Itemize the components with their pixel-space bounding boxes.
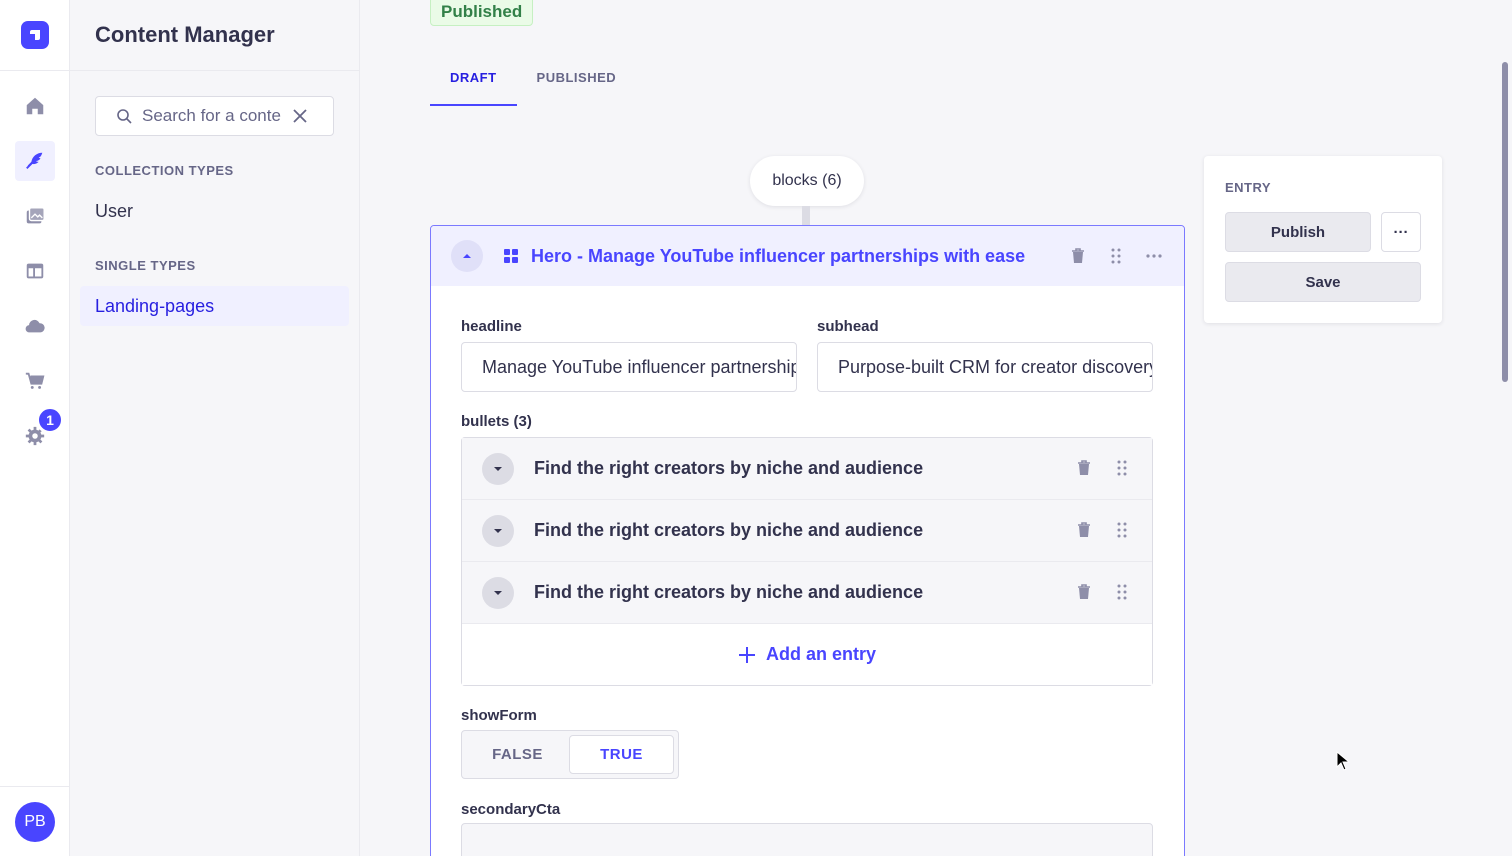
trash-icon[interactable] (1074, 458, 1094, 478)
list-item[interactable]: Find the right creators by niche and aud… (462, 438, 1152, 500)
status-badge: Published (430, 0, 534, 26)
sidebar-item-user[interactable]: User (95, 201, 133, 222)
add-entry-label: Add an entry (765, 644, 876, 664)
trash-icon[interactable] (1074, 582, 1094, 602)
bullet-title: Find the right creators by niche and aud… (534, 458, 924, 478)
publish-button[interactable]: Publish (1225, 212, 1371, 252)
bullet-actions (1074, 458, 1132, 478)
trash-icon[interactable] (1068, 246, 1088, 266)
more-actions-button[interactable]: ··· (1381, 212, 1421, 252)
nav-content-manager[interactable] (15, 141, 55, 181)
plus-icon (738, 646, 755, 663)
list-item[interactable]: Find the right creators by niche and aud… (462, 562, 1152, 624)
nav-content-type-builder[interactable] (15, 251, 55, 291)
sidebar-item-landing-pages[interactable]: Landing-pages (80, 286, 349, 326)
divider (0, 786, 70, 787)
list-item[interactable]: Find the right creators by niche and aud… (462, 500, 1152, 562)
expand-button[interactable] (482, 452, 514, 485)
content-type-builder-icon (26, 263, 44, 279)
scrollbar[interactable] (1502, 62, 1508, 382)
main-nav-rail: 1 PB (0, 0, 70, 856)
single-types-heading: SINGLE TYPES (95, 258, 196, 273)
chevron-down-icon (494, 466, 502, 471)
drag-handle-icon[interactable] (1112, 582, 1132, 602)
block-title: Hero - Manage YouTube influencer partner… (531, 245, 1026, 266)
version-tabs: DRAFT PUBLISHED (430, 62, 636, 106)
subhead-label: subhead (817, 318, 879, 335)
search-icon (117, 109, 132, 124)
headline-label: headline (461, 318, 522, 335)
nav-media-library[interactable] (15, 196, 55, 236)
secondary-cta-label: secondaryCta (461, 801, 561, 818)
tab-published[interactable]: PUBLISHED (517, 62, 637, 106)
avatar[interactable]: PB (15, 802, 55, 842)
connector (802, 206, 810, 226)
nav-home[interactable] (15, 86, 55, 126)
bullet-actions (1074, 582, 1132, 602)
trash-icon[interactable] (1074, 520, 1094, 540)
expand-button[interactable] (482, 576, 514, 609)
collapse-button[interactable] (451, 240, 483, 272)
marketplace-icon (25, 372, 45, 389)
subhead-input[interactable]: Purpose-built CRM for creator discovery (817, 342, 1153, 392)
home-icon (26, 97, 44, 115)
chevron-down-icon (494, 590, 502, 595)
entry-panel: ENTRY Publish ··· Save (1204, 156, 1442, 323)
secondary-cta-component[interactable] (461, 823, 1153, 856)
block-header[interactable]: Hero - Manage YouTube influencer partner… (431, 226, 1184, 286)
strapi-logo-icon[interactable] (21, 21, 49, 49)
toggle-true[interactable]: TRUE (569, 735, 674, 774)
bullet-actions (1074, 520, 1132, 540)
bullets-list: Find the right creators by niche and aud… (461, 437, 1153, 686)
more-icon[interactable] (1144, 246, 1164, 266)
nav-marketplace[interactable] (15, 361, 55, 401)
chevron-up-icon (463, 254, 471, 258)
collection-types-heading: COLLECTION TYPES (95, 163, 234, 178)
bullet-title: Find the right creators by niche and aud… (534, 520, 924, 540)
add-entry-button[interactable]: Add an entry (462, 624, 1152, 685)
headline-input[interactable]: Manage YouTube influencer partnerships w… (461, 342, 797, 392)
save-button[interactable]: Save (1225, 262, 1421, 302)
bullets-label: bullets (3) (461, 413, 532, 430)
drag-handle-icon[interactable] (1112, 458, 1132, 478)
showform-label: showForm (461, 707, 537, 724)
drag-handle-icon[interactable] (1106, 246, 1126, 266)
blocks-count-label: blocks (6) (750, 156, 864, 206)
chevron-down-icon (494, 528, 502, 533)
close-icon[interactable] (292, 108, 308, 124)
expand-button[interactable] (482, 514, 514, 547)
drag-handle-icon[interactable] (1112, 520, 1132, 540)
notification-badge: 1 (36, 406, 64, 434)
search-input[interactable] (142, 106, 282, 126)
content-manager-icon (26, 152, 43, 169)
bullet-title: Find the right creators by niche and aud… (534, 582, 924, 602)
search-box (95, 96, 334, 136)
entry-heading: ENTRY (1225, 180, 1272, 195)
sidebar-title: Content Manager (95, 22, 275, 47)
component-grid-icon (504, 249, 518, 263)
content-manager-sidebar: Content Manager COLLECTION TYPES User SI… (70, 0, 360, 856)
divider (70, 70, 360, 71)
mouse-cursor-icon (1336, 751, 1350, 771)
block-actions (1068, 246, 1164, 266)
tab-draft[interactable]: DRAFT (430, 62, 517, 106)
divider (0, 70, 70, 71)
hero-block: Hero - Manage YouTube influencer partner… (430, 225, 1185, 856)
toggle-false[interactable]: FALSE (466, 735, 569, 774)
cloud-icon (25, 319, 45, 333)
showform-toggle: FALSE TRUE (461, 730, 679, 779)
nav-cloud[interactable] (15, 306, 55, 346)
media-library-icon (26, 207, 45, 224)
